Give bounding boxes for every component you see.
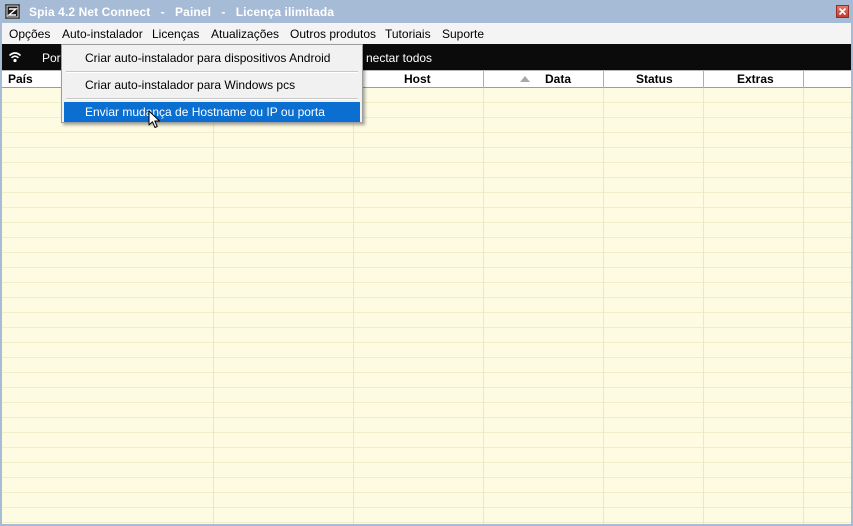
column-host[interactable]: Host xyxy=(354,71,484,88)
sort-ascending-icon xyxy=(520,76,530,82)
app-window: Spia 4.2 Net Connect - Painel - Licença … xyxy=(0,0,853,526)
window-title: Spia 4.2 Net Connect - Painel - Licença … xyxy=(29,5,335,19)
menu-suporte[interactable]: Suporte xyxy=(442,27,484,41)
close-button[interactable] xyxy=(836,5,849,18)
column-extras[interactable]: Extras xyxy=(704,71,804,88)
toolbar-connect-all-button[interactable]: nectar todos xyxy=(366,51,432,65)
mouse-cursor-icon xyxy=(148,110,160,128)
menu-opcoes[interactable]: Opções xyxy=(9,27,50,41)
column-divider xyxy=(703,88,704,524)
close-icon xyxy=(838,7,847,16)
column-divider xyxy=(353,88,354,524)
clients-table: País Host Data Status Extras xyxy=(2,70,851,524)
menu-bar: Opções Auto-instalador Licenças Atualiza… xyxy=(2,23,851,44)
column-divider xyxy=(213,88,214,524)
menu-separator xyxy=(66,98,358,100)
app-logo-icon[interactable] xyxy=(5,4,20,19)
menu-outros-produtos[interactable]: Outros produtos xyxy=(290,27,376,41)
column-divider xyxy=(803,88,804,524)
column-divider xyxy=(603,88,604,524)
menu-auto-instalador[interactable]: Auto-instalador xyxy=(62,27,143,41)
menu-atualizacoes[interactable]: Atualizações xyxy=(211,27,279,41)
menu-licencas[interactable]: Licenças xyxy=(152,27,199,41)
title-bar[interactable]: Spia 4.2 Net Connect - Painel - Licença … xyxy=(0,0,853,23)
menu-item-enviar-mudanca[interactable]: Enviar mudança de Hostname ou IP ou port… xyxy=(64,102,360,122)
column-divider xyxy=(483,88,484,524)
wifi-icon[interactable] xyxy=(8,50,22,64)
column-status[interactable]: Status xyxy=(604,71,704,88)
toolbar-port-label[interactable]: Por xyxy=(42,51,61,65)
table-body[interactable] xyxy=(2,88,851,524)
menu-separator xyxy=(66,71,358,73)
menu-item-criar-windows[interactable]: Criar auto-instalador para Windows pcs xyxy=(64,75,360,95)
column-filler xyxy=(804,71,851,88)
menu-item-criar-android[interactable]: Criar auto-instalador para dispositivos … xyxy=(64,48,360,68)
auto-instalador-dropdown: Criar auto-instalador para dispositivos … xyxy=(61,44,363,123)
menu-tutoriais[interactable]: Tutoriais xyxy=(385,27,431,41)
column-data[interactable]: Data xyxy=(484,71,604,88)
